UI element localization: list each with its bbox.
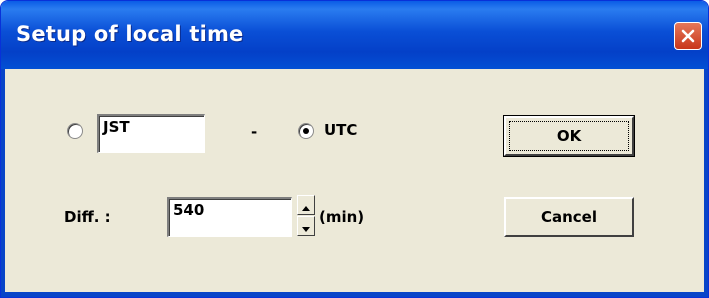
- window-border-right: [704, 69, 708, 297]
- diff-stepper: [297, 195, 315, 236]
- arrow-up-icon: [302, 196, 310, 215]
- cancel-button-label: Cancel: [540, 208, 597, 226]
- utc-label[interactable]: UTC: [324, 121, 357, 139]
- zone-separator: -: [251, 123, 258, 141]
- window-border-left: [1, 69, 5, 297]
- window-border-bottom: [1, 292, 708, 297]
- utc-radio-dot: [303, 128, 309, 134]
- ok-button[interactable]: OK: [503, 115, 635, 157]
- diff-label: Diff. :: [64, 208, 111, 226]
- diff-decrement-button[interactable]: [297, 216, 315, 236]
- dialog-window: Setup of local time JST - UTC Diff. : 54…: [0, 0, 709, 298]
- diff-input[interactable]: 540: [167, 197, 292, 237]
- dialog-title: Setup of local time: [16, 22, 244, 46]
- local-zone-field[interactable]: JST: [97, 114, 205, 153]
- local-zone-radio[interactable]: [67, 123, 83, 139]
- cancel-button[interactable]: Cancel: [504, 197, 634, 237]
- arrow-down-icon: [302, 217, 310, 236]
- focus-rectangle: [509, 121, 629, 151]
- diff-increment-button[interactable]: [297, 195, 315, 215]
- close-icon: [680, 28, 696, 44]
- close-button[interactable]: [674, 22, 702, 50]
- diff-unit-label: (min): [319, 208, 365, 226]
- utc-radio[interactable]: [298, 123, 314, 139]
- title-bar[interactable]: Setup of local time: [1, 1, 708, 69]
